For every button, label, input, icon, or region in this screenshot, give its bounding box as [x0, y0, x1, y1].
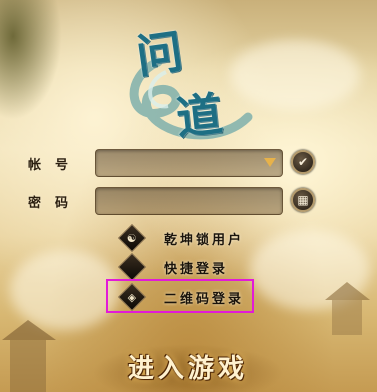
enter-game-button[interactable]: 进入游戏 — [92, 344, 284, 392]
soft-keyboard-button[interactable]: ▦ — [291, 188, 315, 212]
background-pavilion — [2, 320, 56, 392]
check-icon: ✔ — [297, 155, 309, 169]
logo-character: 问 — [132, 24, 186, 84]
keypad-icon: ▦ — [297, 193, 309, 207]
password-field[interactable] — [95, 187, 283, 215]
option-label: 二维码登录 — [164, 291, 245, 307]
account-label: 帐号 — [28, 158, 83, 173]
option-quick-login[interactable]: 快捷登录 — [117, 252, 229, 282]
option-qiankun-lock[interactable]: ☯ 乾坤锁用户 — [117, 223, 245, 253]
password-input[interactable] — [96, 188, 282, 214]
confirm-check-button[interactable]: ✔ — [291, 150, 315, 174]
background-foliage — [0, 0, 62, 120]
option-qrcode-login[interactable]: ◈ 二维码登录 — [117, 282, 245, 312]
option-label: 快捷登录 — [164, 261, 229, 277]
option-label: 乾坤锁用户 — [164, 232, 245, 248]
password-label: 密码 — [28, 196, 83, 211]
account-field[interactable] — [95, 149, 283, 177]
qr-code-icon: ◈ — [117, 282, 147, 312]
diamond-icon — [117, 252, 147, 282]
game-logo: 问 道 — [118, 12, 258, 145]
dropdown-arrow-icon[interactable] — [264, 158, 276, 167]
account-input[interactable] — [96, 150, 282, 176]
enter-game-label: 进入游戏 — [127, 354, 248, 384]
yin-yang-icon: ☯ — [117, 223, 147, 253]
background-pavilion — [325, 282, 370, 335]
logo-character: 道 — [173, 86, 226, 146]
